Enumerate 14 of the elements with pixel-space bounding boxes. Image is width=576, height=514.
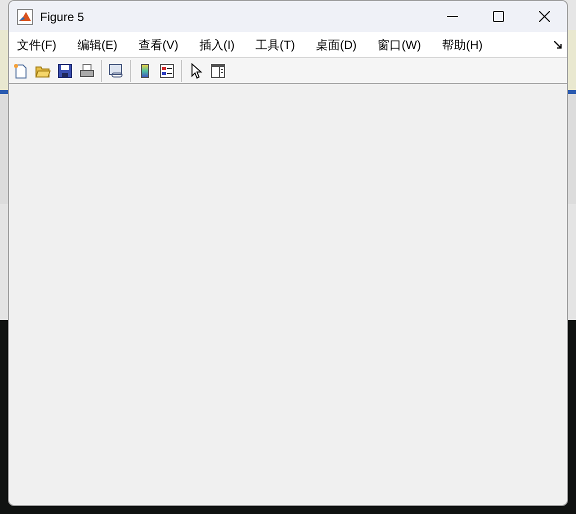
minimize-icon <box>446 16 458 17</box>
menu-item[interactable]: 帮助(H) <box>440 36 484 54</box>
menu-item[interactable]: 桌面(D) <box>314 36 358 54</box>
maximize-icon <box>492 11 504 22</box>
menu-item[interactable]: 查看(V) <box>137 36 180 54</box>
menu-item[interactable]: 插入(I) <box>198 36 236 54</box>
menu-item[interactable]: 工具(T) <box>254 36 296 54</box>
window-title: Figure 5 <box>40 8 84 26</box>
close-icon <box>538 11 550 22</box>
menu-item[interactable]: 文件(F) <box>16 36 58 54</box>
menu-item[interactable]: 编辑(E) <box>76 36 118 54</box>
dock-arrow-icon[interactable] <box>554 40 562 48</box>
app-logo-icon <box>17 8 33 24</box>
menu-item[interactable]: 窗口(W) <box>376 36 422 54</box>
